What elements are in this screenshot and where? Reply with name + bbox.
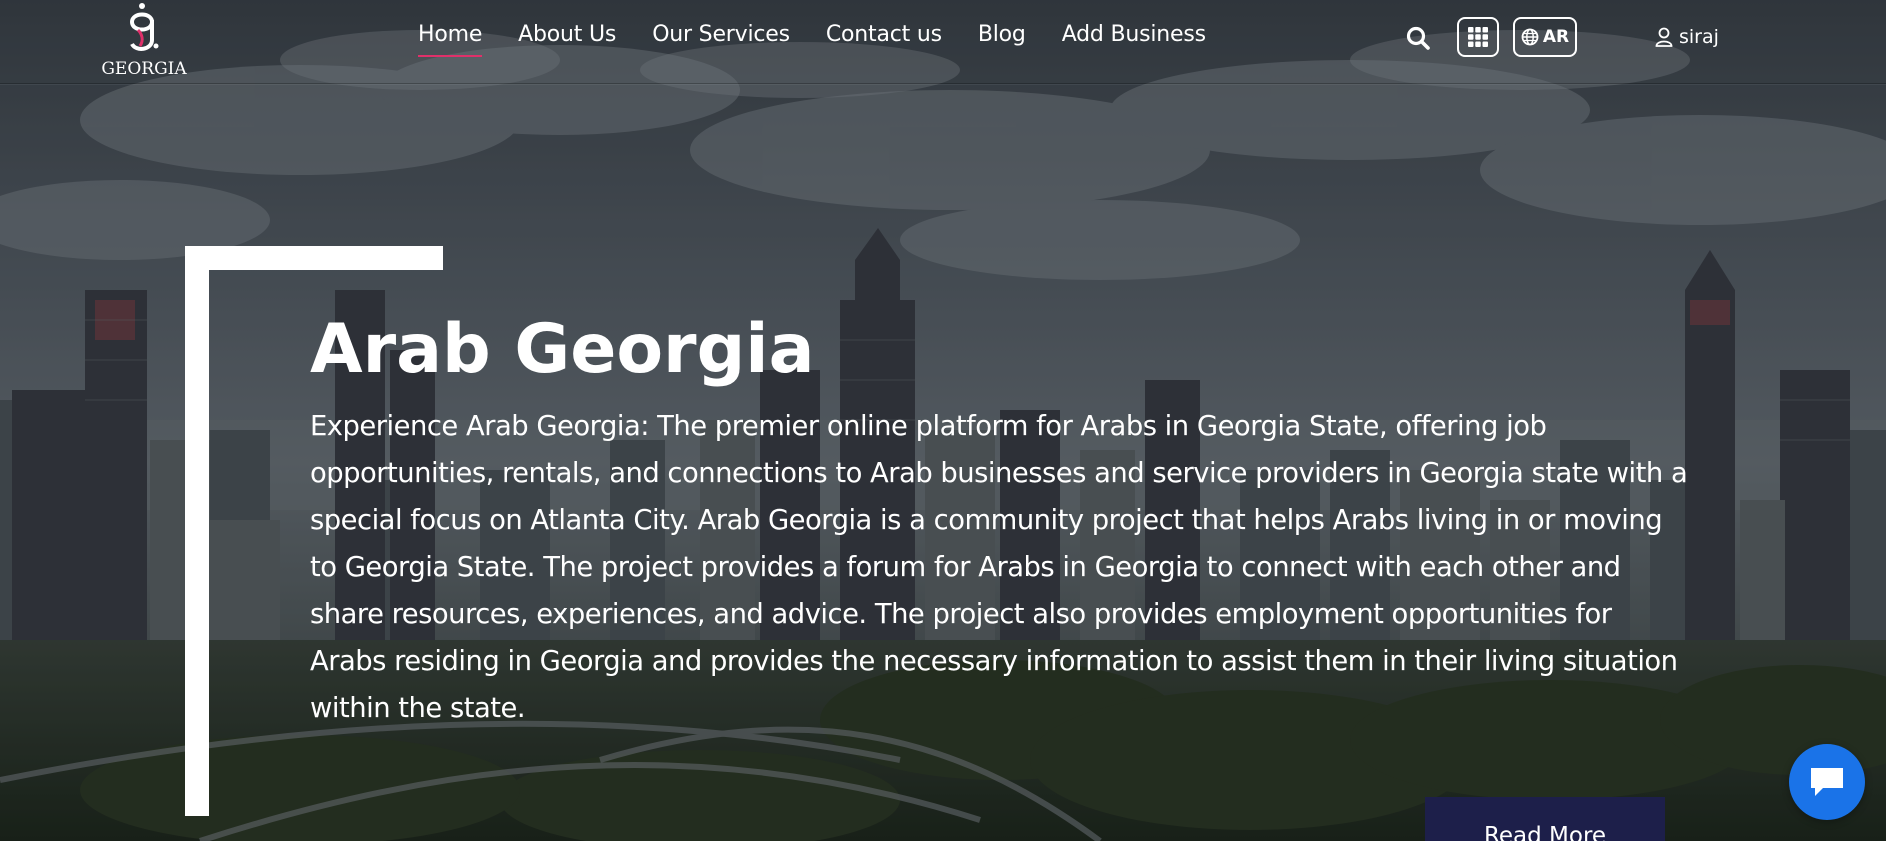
- hero-section: GEORGIA Home About Us Our Services Conta…: [0, 0, 1886, 841]
- language-switch-button[interactable]: AR: [1513, 17, 1577, 57]
- georgia-logo[interactable]: GEORGIA: [98, 0, 190, 80]
- main-navigation: Home About Us Our Services Contact us Bl…: [418, 22, 1242, 57]
- georgia-logo-mark: GEORGIA: [101, 3, 187, 79]
- nav-our-services[interactable]: Our Services: [652, 22, 790, 47]
- search-button[interactable]: [1405, 25, 1431, 51]
- read-more-button[interactable]: Read More: [1425, 797, 1665, 841]
- nav-add-business[interactable]: Add Business: [1062, 22, 1206, 47]
- globe-icon: [1521, 28, 1539, 46]
- chat-bubble-icon: [1811, 768, 1843, 796]
- nav-home[interactable]: Home: [418, 22, 482, 57]
- decorative-bracket-top: [185, 246, 443, 270]
- apps-menu-button[interactable]: [1457, 17, 1499, 57]
- logo-text: GEORGIA: [101, 59, 187, 79]
- hero-title: Arab Georgia: [310, 310, 815, 389]
- user-name: siraj: [1679, 26, 1719, 48]
- search-icon: [1406, 26, 1430, 50]
- language-label: AR: [1542, 27, 1570, 47]
- decorative-bracket-left: [185, 246, 209, 816]
- site-header: GEORGIA Home About Us Our Services Conta…: [0, 0, 1886, 84]
- grid-icon: [1468, 27, 1488, 47]
- nav-blog[interactable]: Blog: [978, 22, 1026, 47]
- hero-description: Experience Arab Georgia: The premier onl…: [310, 411, 1688, 724]
- nav-contact-us[interactable]: Contact us: [826, 22, 942, 47]
- chat-widget-button[interactable]: [1789, 744, 1865, 820]
- user-icon: [1655, 27, 1673, 47]
- user-account-link[interactable]: siraj: [1655, 26, 1719, 48]
- nav-about-us[interactable]: About Us: [518, 22, 616, 47]
